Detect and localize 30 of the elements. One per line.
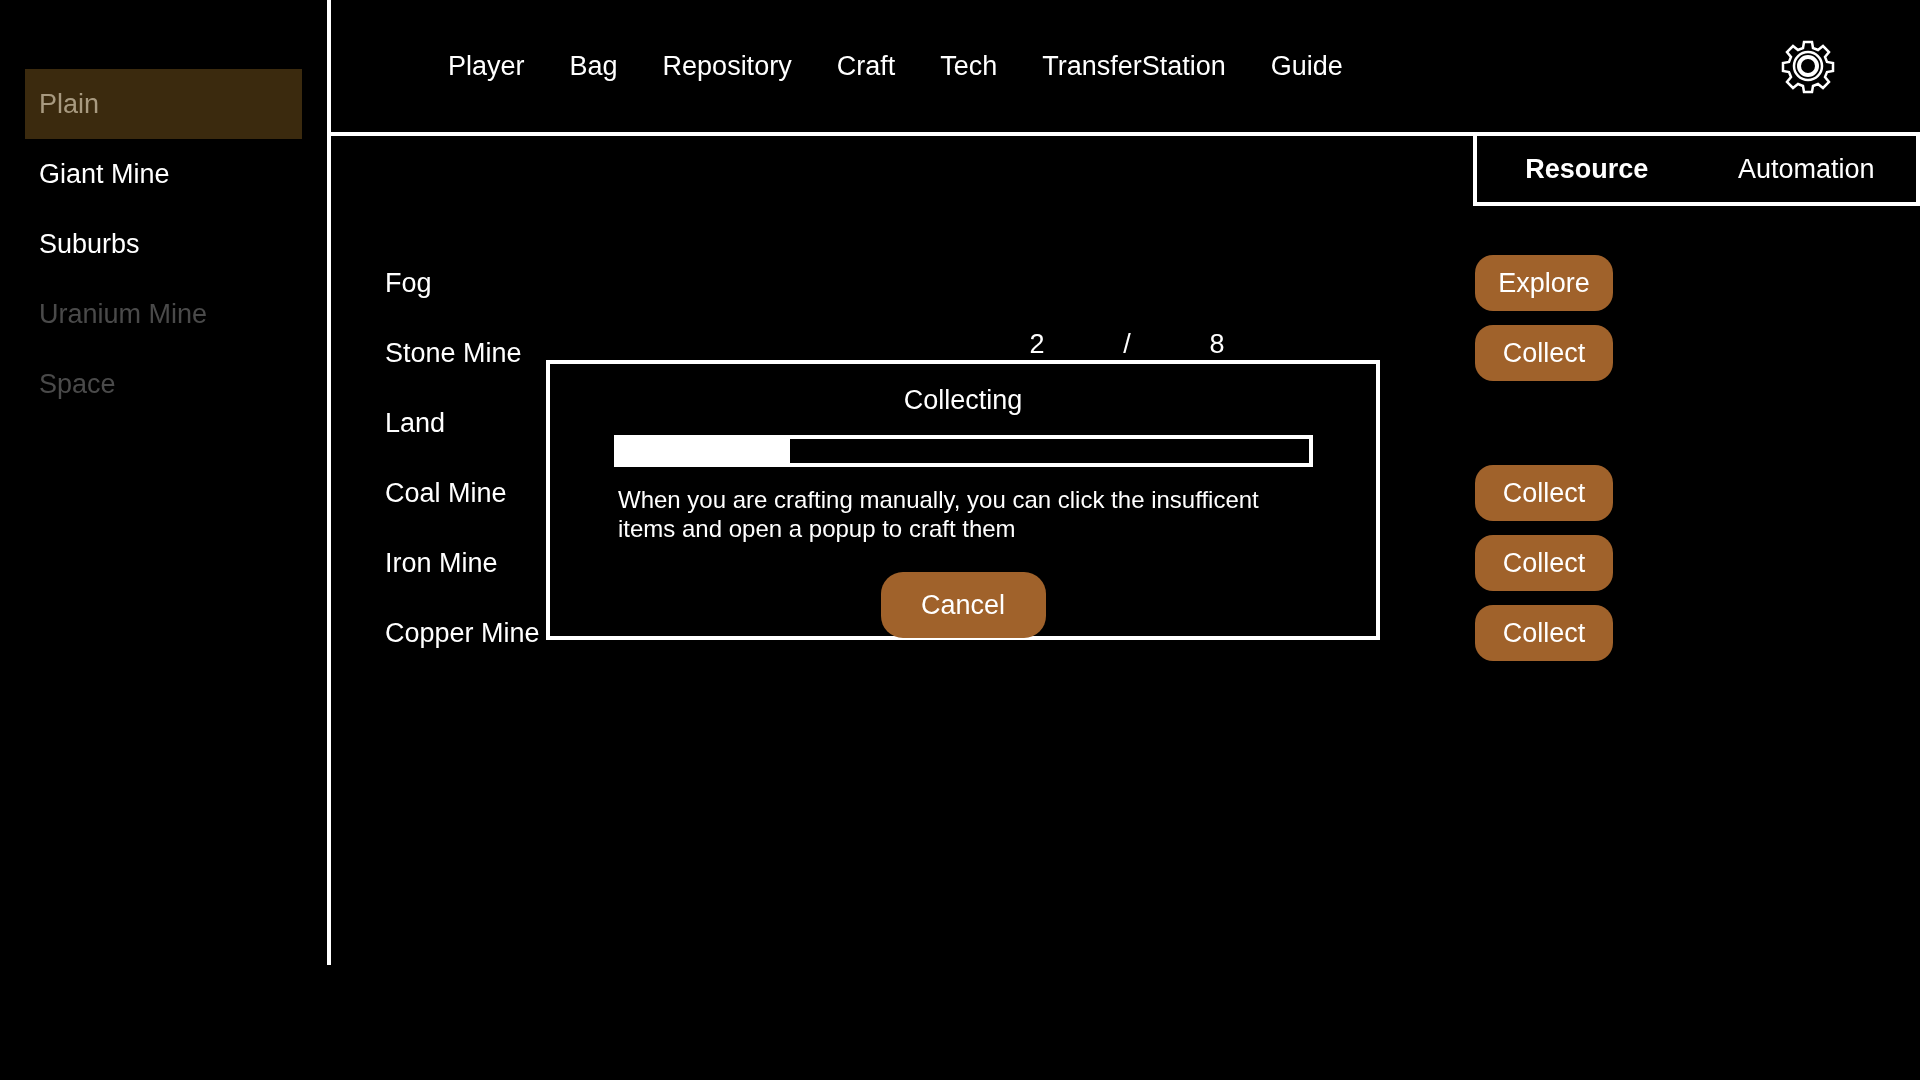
resource-name: Land bbox=[385, 407, 446, 438]
resource-name: Coal Mine bbox=[385, 477, 507, 508]
action-button[interactable]: Explore bbox=[1475, 255, 1613, 311]
dialog-message: When you are crafting manually, you can click the insufficent items and open a popup to craft them bbox=[618, 484, 1260, 543]
action-button[interactable]: Collect bbox=[1475, 325, 1613, 381]
sidebar-item[interactable]: Giant Mine bbox=[25, 139, 302, 209]
tab[interactable]: Resource bbox=[1477, 136, 1697, 202]
action-button[interactable]: Collect bbox=[1475, 465, 1613, 521]
dialog-title: Collecting bbox=[903, 384, 1023, 417]
nav-link[interactable]: Repository bbox=[662, 45, 792, 87]
nav-link[interactable]: Player bbox=[448, 45, 525, 87]
nav-link[interactable]: Craft bbox=[836, 45, 896, 87]
action-button[interactable]: Collect bbox=[1475, 535, 1613, 591]
nav-link[interactable]: Bag bbox=[569, 45, 618, 87]
resource-count: 8 bbox=[1208, 327, 1226, 361]
resource-name: Stone Mine bbox=[385, 337, 522, 368]
nav-link[interactable]: TransferStation bbox=[1042, 45, 1226, 87]
resource-count: / bbox=[1122, 327, 1132, 361]
resource-name: Copper Mine bbox=[385, 617, 540, 648]
nav-link[interactable]: Tech bbox=[940, 45, 998, 87]
resource-name: Iron Mine bbox=[385, 547, 498, 578]
nav-link[interactable]: Guide bbox=[1270, 45, 1343, 87]
settings-icon[interactable] bbox=[1780, 38, 1836, 94]
resource-count: 2 bbox=[1028, 327, 1046, 361]
resource-name: Fog bbox=[385, 267, 432, 298]
sidebar-item[interactable]: Plain bbox=[25, 69, 302, 139]
tab[interactable]: Automation bbox=[1696, 136, 1916, 202]
action-button[interactable]: Collect bbox=[1475, 605, 1613, 661]
sidebar-item[interactable]: Suburbs bbox=[25, 209, 302, 279]
cancel-button[interactable]: Cancel bbox=[880, 572, 1046, 638]
